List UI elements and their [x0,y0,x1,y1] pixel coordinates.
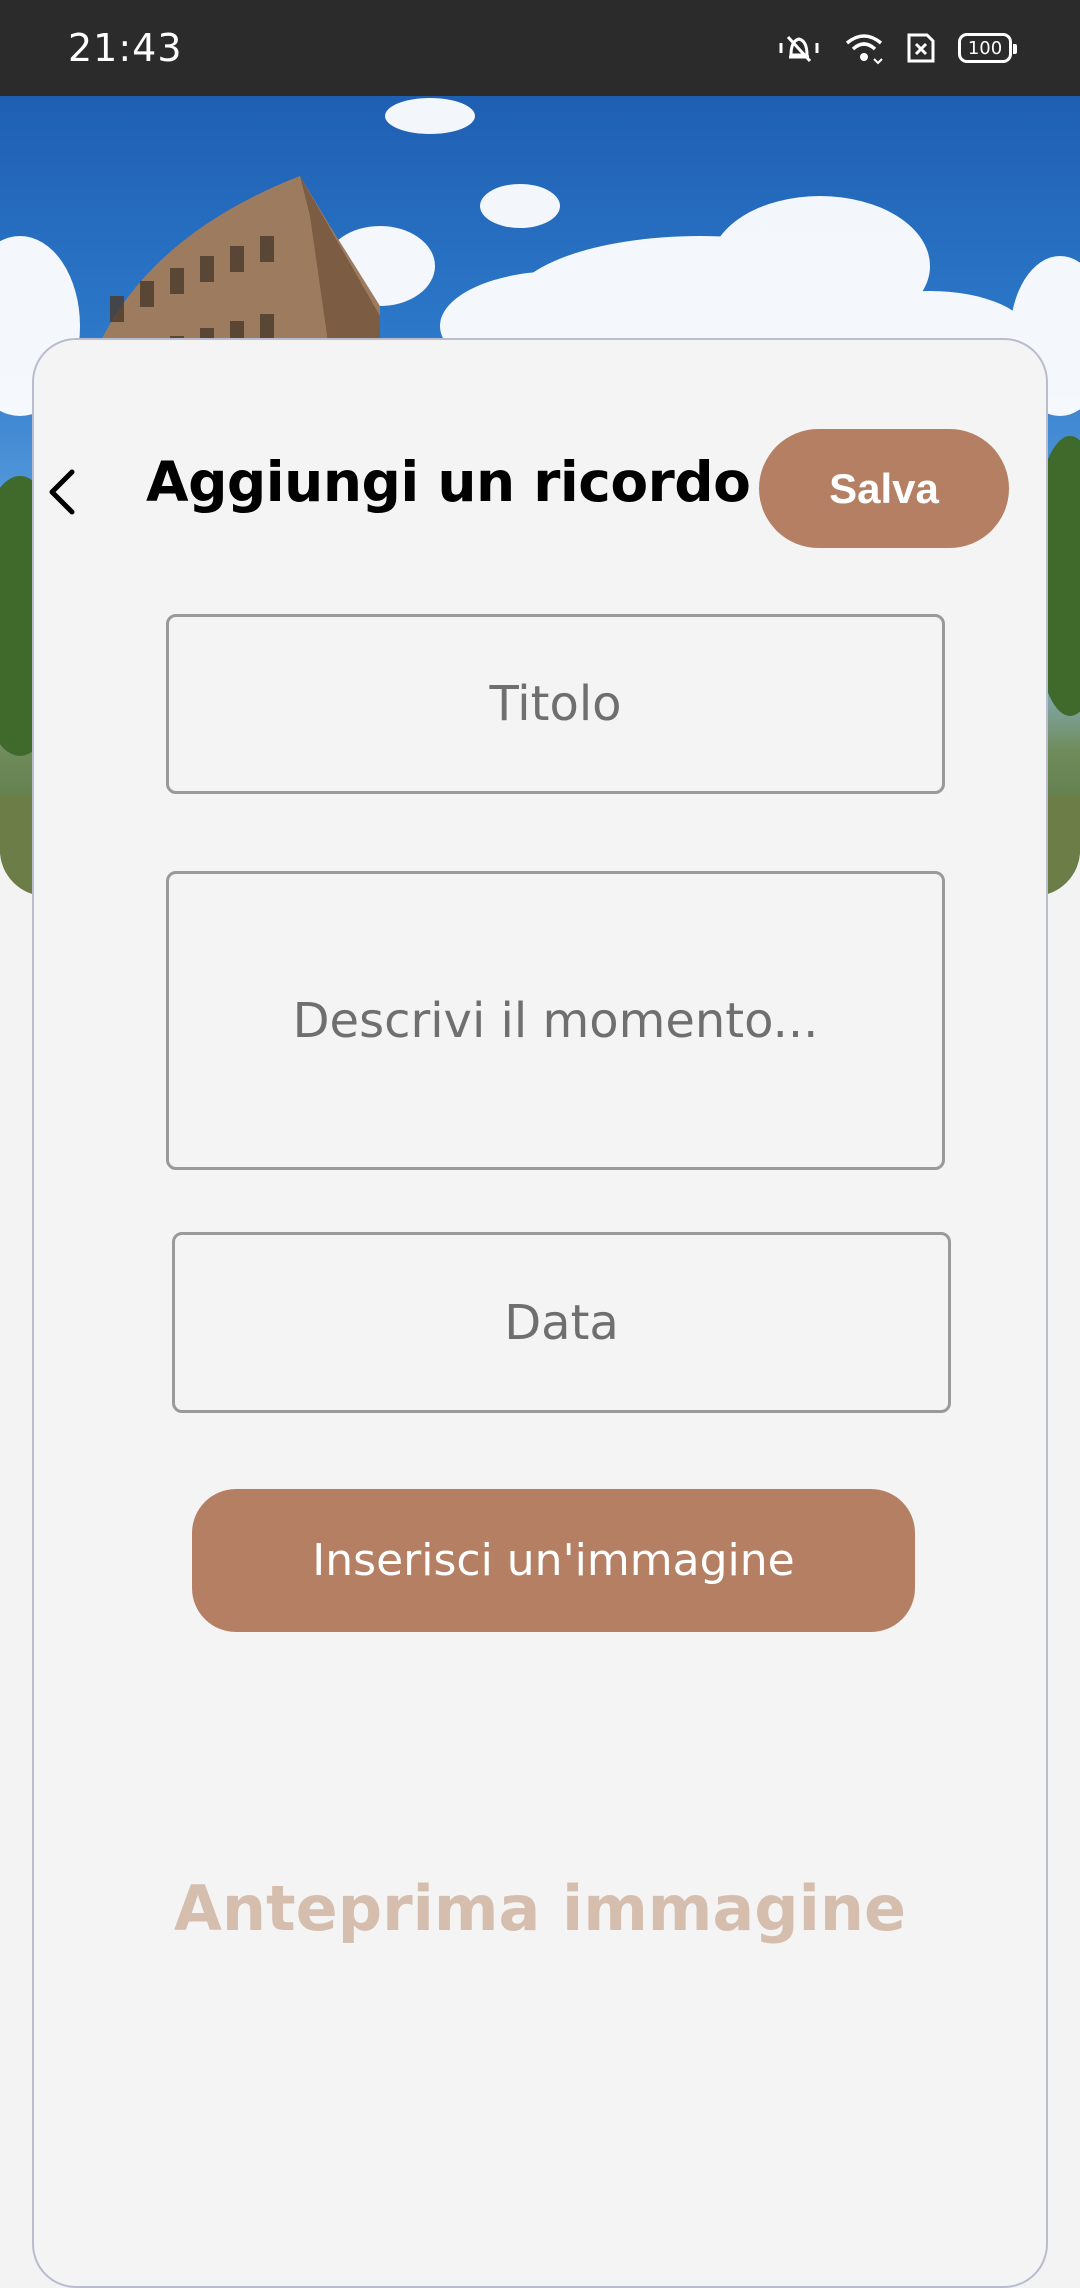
no-sim-icon [906,32,936,64]
vibrate-silent-icon [776,31,822,65]
description-input[interactable]: Descrivi il momento... [166,871,945,1170]
title-placeholder: Titolo [489,676,622,732]
status-bar: 21:43 100 [0,0,1080,96]
description-placeholder: Descrivi il momento... [292,992,819,1049]
chevron-left-icon [49,469,75,515]
insert-image-button[interactable]: Inserisci un'immagine [192,1489,915,1632]
battery-icon: 100 [958,33,1017,63]
page-title: Aggiungi un ricordo [146,450,751,514]
title-input[interactable]: Titolo [166,614,945,794]
status-icons: 100 [776,28,1017,68]
wifi-icon [844,31,884,65]
date-input[interactable]: Data [172,1232,951,1413]
image-preview-label: Anteprima immagine [173,1872,907,1945]
save-button[interactable]: Salva [759,429,1009,548]
back-button[interactable] [38,468,86,516]
status-time: 21:43 [68,26,183,70]
date-placeholder: Data [504,1294,619,1351]
